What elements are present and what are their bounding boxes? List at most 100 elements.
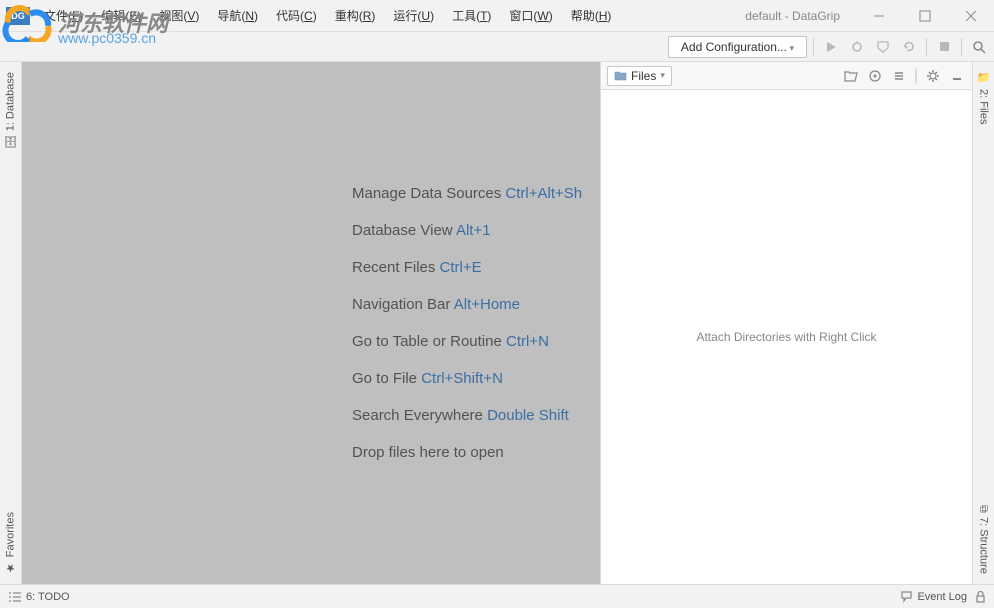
search-icon (972, 40, 986, 54)
shortcut-line-4: Go to Table or Routine Ctrl+N (352, 333, 600, 350)
sidebar-tab-structure[interactable]: ⧉ 7: Structure (973, 495, 994, 584)
shortcut-key: Alt+Home (454, 296, 520, 313)
folder-icon (614, 70, 627, 81)
hide-icon (951, 70, 963, 82)
files-target-button[interactable] (866, 67, 884, 85)
files-tool-window: Files | Attach Directories with Right Cl… (600, 62, 972, 584)
list-icon (8, 591, 22, 603)
collapse-icon (892, 69, 906, 83)
menu-item-w[interactable]: 窗口(W) (501, 3, 560, 28)
shortcut-key: Ctrl+N (506, 333, 549, 350)
gear-icon (926, 69, 940, 83)
folder-icon: 📁 (977, 72, 990, 85)
menu-item-c[interactable]: 代码(C) (268, 3, 325, 28)
menu-item-t[interactable]: 工具(T) (444, 3, 499, 28)
maximize-button[interactable] (902, 0, 948, 32)
lock-icon[interactable] (975, 590, 986, 603)
sidebar-label-database: 1: Database (5, 72, 17, 131)
close-icon (965, 10, 977, 22)
shortcut-label: Manage Data Sources (352, 185, 505, 202)
menu-item-n[interactable]: 导航(N) (209, 3, 266, 28)
status-event-log-label: Event Log (917, 591, 967, 603)
menu-item-h[interactable]: 帮助(H) (563, 3, 620, 28)
menu-item-r[interactable]: 重构(R) (327, 3, 384, 28)
shortcut-line-1: Database View Alt+1 (352, 222, 600, 239)
statusbar: 6: TODO Event Log (0, 584, 994, 608)
maximize-icon (919, 10, 931, 22)
run-button[interactable] (820, 36, 842, 58)
files-tab-selector[interactable]: Files (607, 66, 672, 86)
window-controls (856, 0, 994, 32)
structure-icon: ⧉ (978, 505, 990, 513)
folder-open-icon (844, 70, 858, 82)
separator: | (914, 67, 918, 85)
run-with-coverage-button[interactable] (872, 36, 894, 58)
stop-button[interactable] (933, 36, 955, 58)
target-icon (868, 69, 882, 83)
menu-item-f[interactable]: 文件(F) (36, 3, 91, 28)
shortcut-line-6: Search Everywhere Double Shift (352, 407, 600, 424)
files-open-button[interactable] (842, 67, 860, 85)
editor-empty-pane[interactable]: Manage Data Sources Ctrl+Alt+Sh Database … (22, 62, 600, 584)
main-menu: 文件(F)编辑(E)视图(V)导航(N)代码(C)重构(R)运行(U)工具(T)… (36, 3, 729, 28)
shortcut-label: Drop files here to open (352, 444, 504, 461)
shortcut-key: Alt+1 (456, 222, 491, 239)
separator (926, 38, 927, 56)
files-collapse-button[interactable] (890, 67, 908, 85)
app-icon: DG (6, 7, 30, 25)
titlebar: DG 文件(F)编辑(E)视图(V)导航(N)代码(C)重构(R)运行(U)工具… (0, 0, 994, 32)
files-header: Files | (601, 62, 972, 90)
rerun-icon (902, 40, 916, 54)
files-tab-label: Files (631, 69, 656, 83)
sidebar-tab-favorites[interactable]: ★ Favorites (0, 502, 21, 584)
files-settings-button[interactable] (924, 67, 942, 85)
search-button[interactable] (968, 36, 990, 58)
menu-item-u[interactable]: 运行(U) (385, 3, 442, 28)
separator (961, 38, 962, 56)
star-icon: ★ (4, 561, 17, 574)
minimize-button[interactable] (856, 0, 902, 32)
status-event-log[interactable]: Event Log (900, 590, 967, 603)
shortcut-label: Recent Files (352, 259, 440, 276)
status-todo-label: 6: TODO (26, 591, 70, 603)
files-hide-button[interactable] (948, 67, 966, 85)
rerun-button[interactable] (898, 36, 920, 58)
coverage-icon (876, 40, 890, 54)
window-title: default - DataGrip (729, 9, 856, 23)
shortcut-label: Database View (352, 222, 456, 239)
shortcut-label: Navigation Bar (352, 296, 454, 313)
shortcut-line-2: Recent Files Ctrl+E (352, 259, 600, 276)
shortcut-key: Ctrl+Alt+Sh (505, 185, 582, 202)
right-sidebar: 📁 2: Files ⧉ 7: Structure (972, 62, 994, 584)
minimize-icon (873, 10, 885, 22)
debug-button[interactable] (846, 36, 868, 58)
left-sidebar: 🗄 1: Database ★ Favorites (0, 62, 22, 584)
speech-icon (900, 590, 913, 603)
main-area: 🗄 1: Database ★ Favorites Manage Data So… (0, 62, 994, 584)
shortcut-key: Ctrl+Shift+N (421, 370, 503, 387)
files-empty-text: Attach Directories with Right Click (696, 330, 876, 344)
sidebar-tab-database[interactable]: 🗄 1: Database (0, 62, 21, 159)
files-empty-body[interactable]: Attach Directories with Right Click (601, 90, 972, 584)
sidebar-label-files: 2: Files (978, 89, 990, 124)
close-button[interactable] (948, 0, 994, 32)
database-icon: 🗄 (4, 135, 17, 149)
shortcut-key: Double Shift (487, 407, 569, 424)
status-todo[interactable]: 6: TODO (8, 591, 70, 603)
toolbar: Add Configuration... (0, 32, 994, 62)
play-icon (825, 41, 837, 53)
sidebar-label-favorites: Favorites (5, 512, 17, 557)
shortcut-label: Go to Table or Routine (352, 333, 506, 350)
shortcut-label: Go to File (352, 370, 421, 387)
add-configuration-button[interactable]: Add Configuration... (668, 36, 807, 58)
files-header-actions: | (842, 67, 966, 85)
sidebar-tab-files[interactable]: 📁 2: Files (973, 62, 994, 135)
menu-item-e[interactable]: 编辑(E) (93, 3, 149, 28)
shortcut-label: Search Everywhere (352, 407, 487, 424)
sidebar-label-structure: 7: Structure (978, 517, 990, 574)
menu-item-v[interactable]: 视图(V) (151, 3, 207, 28)
shortcut-line-5: Go to File Ctrl+Shift+N (352, 370, 600, 387)
shortcut-line-3: Navigation Bar Alt+Home (352, 296, 600, 313)
separator (813, 38, 814, 56)
shortcut-line-0: Manage Data Sources Ctrl+Alt+Sh (352, 185, 600, 202)
